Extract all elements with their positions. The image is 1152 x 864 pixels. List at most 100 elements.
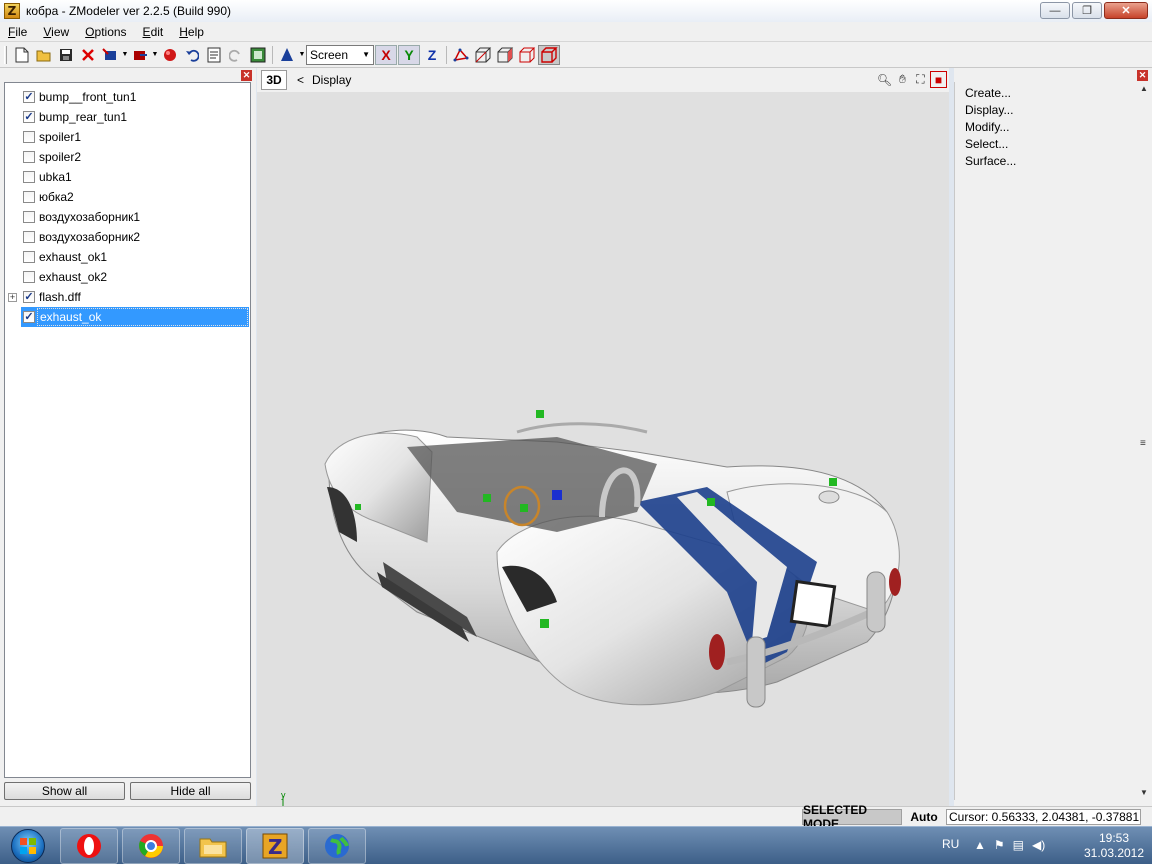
network-icon[interactable]: ▤ (1013, 838, 1024, 852)
visibility-checkbox[interactable] (23, 231, 35, 243)
tree-item[interactable]: spoiler1 (5, 127, 250, 147)
minimize-button[interactable]: — (1040, 2, 1070, 19)
taskbar-opera[interactable] (60, 828, 118, 864)
visibility-checkbox[interactable] (23, 251, 35, 263)
hide-all-button[interactable]: Hide all (130, 782, 251, 800)
dropdown-arrow-icon[interactable]: ▼ (121, 45, 129, 65)
start-button[interactable] (2, 828, 54, 864)
tree-item[interactable]: ✓ bump_rear_tun1 (5, 107, 250, 127)
tree-item[interactable]: exhaust_ok2 (5, 267, 250, 287)
save-icon[interactable] (55, 45, 77, 65)
command-display[interactable]: Display... (965, 103, 1013, 117)
scroll-grip-icon[interactable]: ≡ (1140, 438, 1146, 449)
export-icon[interactable] (129, 45, 151, 65)
command-create[interactable]: Create... (965, 86, 1011, 100)
auto-indicator[interactable]: Auto (905, 809, 943, 825)
visibility-checkbox[interactable] (23, 211, 35, 223)
menu-options[interactable]: Options (77, 25, 134, 39)
close-panel-icon[interactable]: ✕ (1137, 70, 1148, 81)
scroll-down-icon[interactable]: ▼ (1140, 788, 1148, 797)
clock[interactable]: 19:53 31.03.2012 (1082, 831, 1146, 861)
maximize-viewport-icon[interactable]: ⛶ (912, 71, 929, 88)
object-tree[interactable]: ✓ bump__front_tun1 ✓ bump_rear_tun1 spoi… (4, 82, 251, 778)
menu-edit[interactable]: Edit (135, 25, 172, 39)
visibility-checkbox[interactable]: ✓ (23, 91, 35, 103)
select-edge-cube-icon[interactable] (472, 45, 494, 65)
tree-item[interactable]: юбка2 (5, 187, 250, 207)
show-hidden-icons-icon[interactable]: ▲ (974, 838, 986, 852)
visibility-checkbox[interactable]: ✓ (23, 311, 35, 323)
stop-icon[interactable]: ■ (930, 71, 947, 88)
zmodeler-app-icon[interactable]: Z (4, 3, 20, 19)
pivot-cone-icon[interactable] (276, 45, 298, 65)
close-button[interactable]: ✕ (1104, 2, 1148, 19)
maximize-button[interactable]: ❐ (1072, 2, 1102, 19)
axis-y-toggle[interactable]: Y (398, 44, 420, 65)
redo-icon[interactable] (225, 45, 247, 65)
tree-item-selected[interactable]: ✓ exhaust_ok (5, 307, 250, 327)
tree-item[interactable]: + ✓ flash.dff (5, 287, 250, 307)
axis-z-toggle[interactable]: Z (421, 45, 443, 65)
tree-item[interactable]: exhaust_ok1 (5, 247, 250, 267)
pan-hand-icon[interactable]: ✋︎ (894, 71, 911, 88)
menu-file[interactable]: File (0, 25, 35, 39)
visibility-checkbox[interactable] (23, 131, 35, 143)
visibility-checkbox[interactable] (23, 171, 35, 183)
tree-item[interactable]: воздухозаборник1 (5, 207, 250, 227)
snapshot-icon[interactable] (247, 45, 269, 65)
coordinate-space-select[interactable]: Screen ▼ (306, 44, 374, 65)
action-center-flag-icon[interactable]: ⚑ (994, 838, 1005, 852)
expand-plus-icon[interactable]: + (8, 292, 17, 302)
volume-icon[interactable]: ◀) (1032, 838, 1045, 852)
visibility-checkbox[interactable]: ✓ (23, 111, 35, 123)
tree-item[interactable]: ✓ bump__front_tun1 (5, 87, 250, 107)
tree-item[interactable]: spoiler2 (5, 147, 250, 167)
tail-light (889, 568, 901, 596)
command-modify[interactable]: Modify... (965, 120, 1009, 134)
windshield-frame (516, 422, 648, 434)
tree-item[interactable]: воздухозаборник2 (5, 227, 250, 247)
record-icon[interactable] (159, 45, 181, 65)
language-indicator[interactable]: RU (942, 837, 959, 851)
car-model-render[interactable]: y x z (257, 92, 949, 806)
select-object-cube-icon[interactable] (516, 45, 538, 65)
windows-taskbar: Z RU ▲ ⚑ ▤ ◀) 19:53 31.03.2012 (0, 826, 1152, 864)
toolbar-grip[interactable] (4, 45, 7, 64)
zoom-icon[interactable]: 🔍︎ (876, 71, 893, 88)
select-face-cube-icon[interactable] (494, 45, 516, 65)
undo-icon[interactable] (181, 45, 203, 65)
visibility-checkbox[interactable] (23, 151, 35, 163)
3d-viewport[interactable]: y x z (257, 92, 949, 806)
selected-mode-indicator[interactable]: SELECTED MODE (802, 803, 902, 831)
dropdown-arrow-icon[interactable]: ▼ (298, 45, 306, 65)
command-scrollbar[interactable]: ▲ ≡ ▼ (1138, 82, 1152, 800)
properties-icon[interactable] (203, 45, 225, 65)
visibility-checkbox[interactable] (23, 271, 35, 283)
command-select[interactable]: Select... (965, 137, 1008, 151)
dropdown-arrow-icon[interactable]: ▼ (151, 45, 159, 65)
tree-item[interactable]: ubka1 (5, 167, 250, 187)
command-surface[interactable]: Surface... (965, 154, 1016, 168)
taskbar-explorer[interactable] (184, 828, 242, 864)
close-panel-icon[interactable]: ✕ (241, 70, 252, 81)
menu-help[interactable]: Help (171, 25, 212, 39)
menu-view[interactable]: View (35, 25, 77, 39)
zmodeler-icon: Z (262, 833, 288, 859)
open-folder-icon[interactable] (33, 45, 55, 65)
visibility-checkbox[interactable] (23, 191, 35, 203)
delete-icon[interactable] (77, 45, 99, 65)
select-vertex-icon[interactable] (450, 45, 472, 65)
visibility-checkbox[interactable]: ✓ (23, 291, 35, 303)
taskbar-globe[interactable] (308, 828, 366, 864)
new-file-icon[interactable] (11, 45, 33, 65)
viewport-mode-button[interactable]: 3D (261, 70, 287, 90)
scroll-up-icon[interactable]: ▲ (1140, 84, 1148, 93)
show-all-button[interactable]: Show all (4, 782, 125, 800)
viewport-back-arrow[interactable]: < (297, 73, 304, 87)
import-icon[interactable] (99, 45, 121, 65)
fuel-cap (818, 490, 840, 504)
select-all-cube-icon[interactable] (538, 44, 560, 65)
taskbar-chrome[interactable] (122, 828, 180, 864)
taskbar-zmodeler[interactable]: Z (246, 828, 304, 864)
axis-x-toggle[interactable]: X (375, 44, 397, 65)
